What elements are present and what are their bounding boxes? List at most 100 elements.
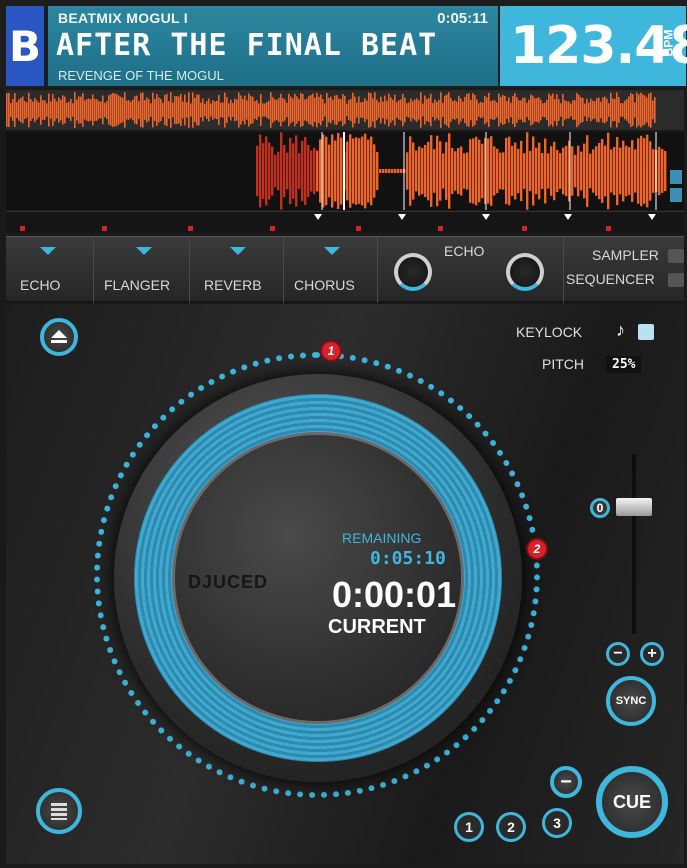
waveform-zoom-in-icon[interactable] (670, 170, 682, 184)
waveform-bar (530, 94, 532, 126)
waveform-bar (644, 95, 646, 125)
waveform-bar (577, 145, 580, 197)
current-label: CURRENT (328, 616, 426, 638)
waveform-bar (268, 142, 271, 200)
waveform-bar (248, 93, 250, 127)
playlist-button[interactable] (36, 788, 82, 834)
waveform-bar (625, 145, 628, 197)
waveform-bar (432, 103, 434, 117)
waveform-bar (566, 101, 568, 119)
pad-button-2[interactable]: 2 (496, 812, 526, 842)
pitch-reset-button[interactable]: 0 (590, 498, 610, 518)
waveform-bar (82, 93, 84, 127)
pitch-slider-track[interactable] (632, 454, 636, 634)
waveform-bar (506, 101, 508, 119)
waveform-bar (384, 95, 386, 125)
fx-slot-chorus[interactable]: CHORUS (284, 237, 378, 303)
cue-marker-strip (6, 211, 684, 233)
waveform-bar (418, 146, 421, 196)
hot-cue-marker-1[interactable]: 1 (320, 340, 342, 362)
waveform-bar (362, 101, 364, 119)
waveform-bar (397, 169, 400, 173)
waveform-bar (44, 100, 46, 120)
hot-cue-marker-2[interactable]: 2 (526, 538, 548, 560)
sampler-option[interactable]: SAMPLER (592, 247, 659, 263)
waveform-bar (54, 98, 56, 122)
waveform-bar (224, 92, 226, 128)
waveform-bar (486, 97, 488, 123)
waveform-bar (394, 94, 396, 126)
pitch-range-value[interactable]: 25% (606, 356, 642, 373)
waveform-zoom-out-icon[interactable] (670, 188, 682, 202)
waveform-bar (452, 101, 454, 119)
sequencer-option[interactable]: SEQUENCER (566, 271, 655, 287)
waveform-bar (88, 98, 90, 122)
cue-dot (356, 226, 361, 231)
waveform-bar (649, 141, 652, 201)
sync-button[interactable]: SYNC (606, 676, 656, 726)
sampler-checkbox[interactable] (668, 249, 684, 263)
waveform-bar (638, 94, 640, 126)
waveform-bar (355, 137, 358, 205)
waveform-bar (198, 94, 200, 126)
pitch-slider-handle[interactable] (616, 498, 652, 516)
waveform-bar (366, 100, 368, 120)
fx-knob-2[interactable] (506, 253, 544, 291)
waveform-bar (613, 146, 616, 196)
waveform-bar (498, 93, 500, 127)
waveform-bar (150, 103, 152, 117)
waveform-bar (190, 103, 192, 117)
waveform-bar (340, 99, 342, 121)
waveform-bar (624, 100, 626, 120)
waveform-bar (658, 146, 661, 196)
waveform-bar (152, 92, 154, 128)
waveform-bar (604, 96, 606, 124)
waveform-bar (136, 95, 138, 125)
waveform-bar (388, 169, 391, 173)
waveform-bar (106, 101, 108, 119)
keylock-checkbox[interactable] (638, 324, 654, 340)
waveform-bar (661, 149, 664, 193)
fx-slot-reverb[interactable]: REVERB (190, 237, 284, 303)
deck-letter-badge: B (6, 6, 44, 86)
waveform-bar (326, 92, 328, 128)
deck-body: KEYLOCK ♪ PITCH 25% DJUCED REMAINING 0:0… (6, 304, 684, 864)
waveform-bar (378, 102, 380, 118)
fx-slot-echo[interactable]: ECHO (6, 237, 94, 303)
waveform-bar (540, 99, 542, 121)
waveform-bar (526, 132, 529, 210)
waveform-bar (318, 96, 320, 124)
waveform-bar (210, 103, 212, 117)
waveform-bar (394, 169, 397, 173)
track-title: AFTER THE FINAL BEAT (56, 28, 438, 63)
waveform-bar (126, 100, 128, 120)
eject-button[interactable] (40, 318, 78, 356)
sequencer-checkbox[interactable] (668, 273, 684, 287)
waveform-bar (490, 136, 493, 206)
pitch-minus-button[interactable]: − (606, 642, 630, 666)
waveform-bar (262, 103, 264, 117)
waveform-bar (554, 99, 556, 121)
waveform-bar (364, 133, 367, 209)
waveform-bar (58, 97, 60, 123)
waveform-bar (548, 93, 550, 127)
pad-button-3[interactable]: 3 (542, 808, 572, 838)
waveform-bar (382, 101, 384, 119)
fx-knob-1[interactable] (394, 253, 432, 291)
fx-dropdown-icon[interactable] (136, 247, 152, 255)
track-info-panel: BEATMIX MOGUL I 0:05:11 AFTER THE FINAL … (48, 6, 498, 86)
pad-button-1[interactable]: 1 (454, 812, 484, 842)
waveform-bar (618, 97, 620, 123)
waveform-bar (652, 100, 654, 120)
waveform-bar (534, 98, 536, 122)
fx-dropdown-icon[interactable] (324, 247, 340, 255)
fx-dropdown-icon[interactable] (40, 247, 56, 255)
waveform-zoomed[interactable] (6, 132, 684, 210)
fx-slot-flanger[interactable]: FLANGER (94, 237, 190, 303)
cue-button[interactable]: CUE (596, 766, 668, 838)
pad-minus-button[interactable]: − (550, 766, 582, 798)
fx-dropdown-icon[interactable] (230, 247, 246, 255)
waveform-bar (622, 103, 624, 117)
pitch-plus-button[interactable]: + (640, 642, 664, 666)
waveform-overview[interactable] (6, 90, 684, 130)
